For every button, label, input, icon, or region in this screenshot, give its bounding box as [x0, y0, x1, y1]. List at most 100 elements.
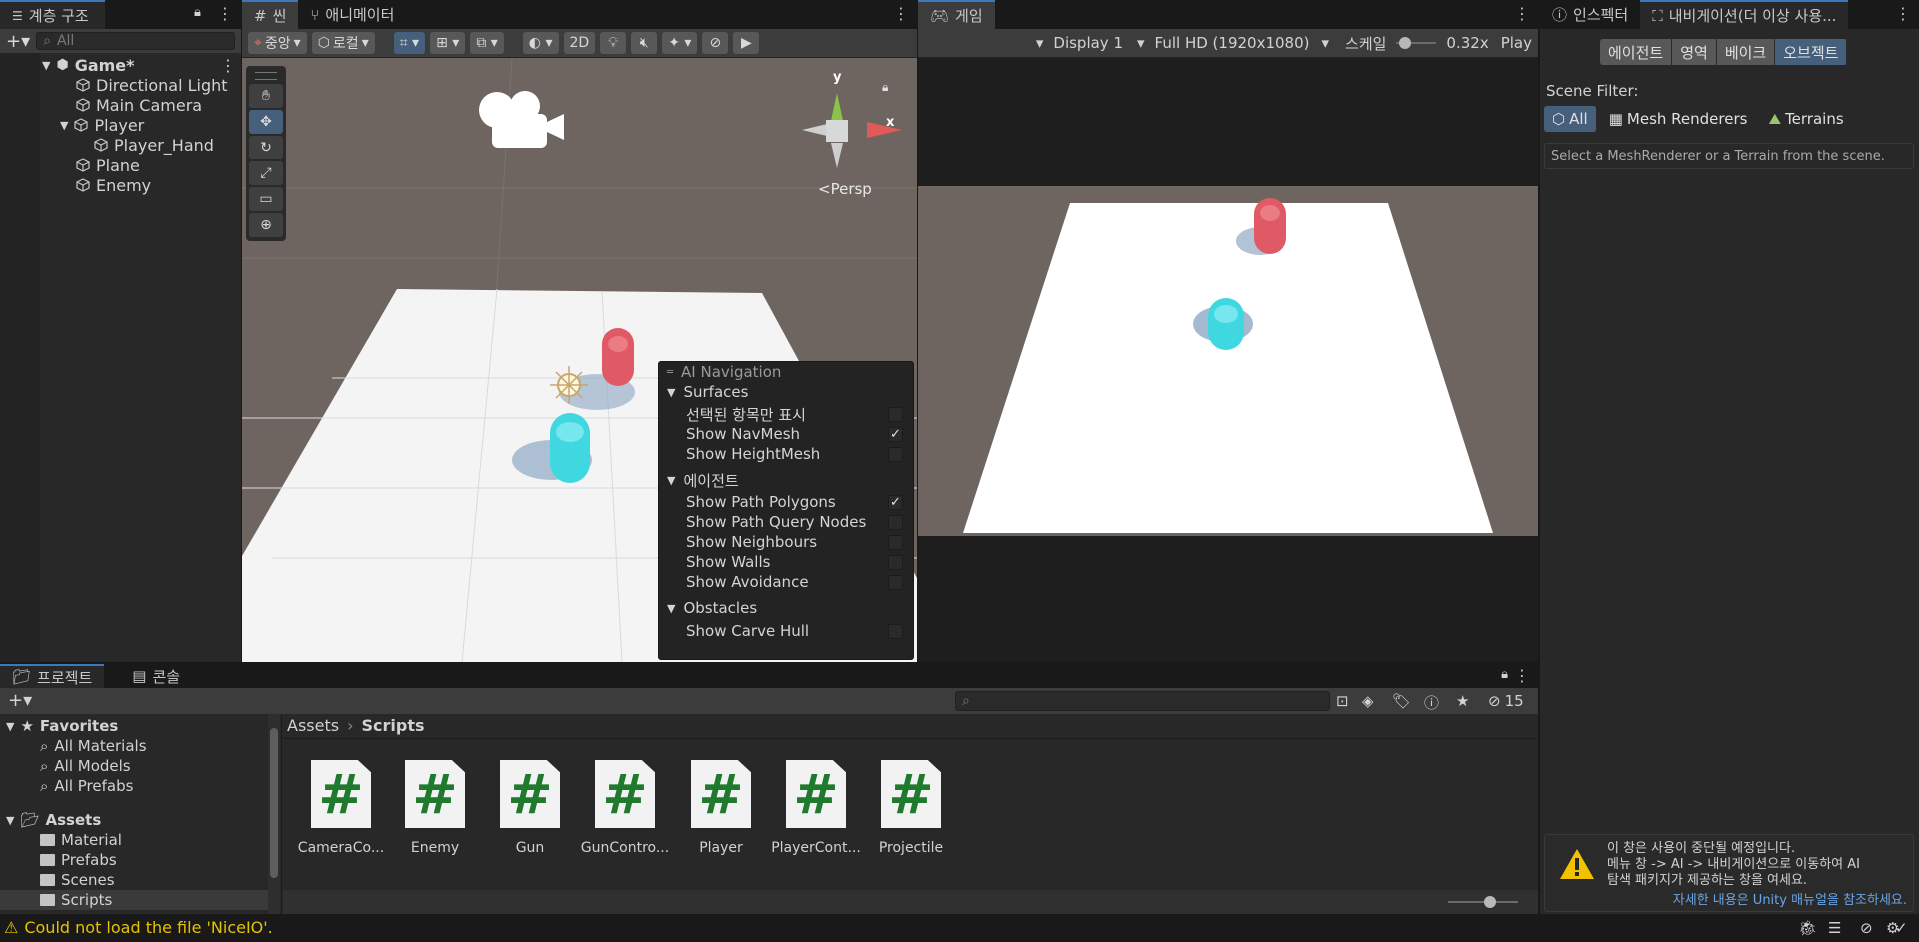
section-agents[interactable]: ▼ 에이전트 — [659, 470, 913, 490]
checkbox[interactable] — [888, 574, 903, 590]
shading-mode-button[interactable]: ◐ ▾ — [522, 32, 559, 54]
section-obstacles[interactable]: ▼ Obstacles — [659, 598, 913, 618]
chevron-down-icon[interactable]: ▾ — [1036, 34, 1044, 52]
camera-settings-button[interactable]: ▶ — [733, 32, 760, 54]
checkbox-checked[interactable]: ✓ — [888, 426, 903, 442]
search-input[interactable]: ⌕ All — [36, 32, 235, 50]
script-asset[interactable]: # CameraCo... — [296, 760, 386, 856]
hand-tool-icon[interactable]: ✋︎ — [249, 83, 283, 108]
grid-visibility-button[interactable]: ⧉ ▾ — [470, 32, 504, 54]
bake-button[interactable]: 베이크 — [1716, 39, 1776, 65]
expand-arrow-icon[interactable]: ▼ — [60, 119, 68, 132]
checkbox[interactable] — [888, 534, 903, 550]
kebab-menu-icon[interactable]: ⋮ — [217, 4, 233, 23]
snap-grid-button[interactable]: ⌗ ▾ — [393, 32, 426, 54]
add-icon[interactable]: +▾ — [6, 31, 30, 52]
object-button[interactable]: 오브젝트 — [1775, 39, 1848, 65]
kebab-menu-icon[interactable]: ⋮ — [1895, 4, 1911, 23]
scale-tool-icon[interactable]: ⤢ — [249, 161, 283, 186]
effects-toggle-button[interactable]: ✦ ▾ — [662, 32, 698, 54]
scene-visibility-button[interactable]: ⊘ — [702, 32, 729, 54]
kebab-menu-icon[interactable]: ⋮ — [893, 4, 909, 23]
kebab-menu-icon[interactable]: ⋮ — [1514, 666, 1530, 685]
overlay-title[interactable]: ═ AI Navigation — [667, 362, 781, 382]
areas-button[interactable]: 영역 — [1672, 39, 1717, 65]
incremental-snap-button[interactable]: ⊞ ▾ — [430, 32, 466, 54]
player-capsule[interactable] — [550, 413, 590, 483]
checkbox[interactable] — [888, 446, 903, 462]
play-mode-dropdown[interactable]: Play — [1498, 34, 1534, 52]
folder-item[interactable]: Material — [40, 830, 122, 850]
checkbox-checked[interactable]: ✓ — [888, 494, 903, 510]
folder-item[interactable]: Scenes — [40, 870, 115, 890]
scale-slider-knob[interactable] — [1399, 37, 1412, 49]
add-icon[interactable]: +▾ — [8, 690, 32, 711]
filter-mesh-renderers-button[interactable]: ▦ Mesh Renderers — [1601, 106, 1757, 132]
kebab-menu-icon[interactable]: ⋮ — [220, 56, 236, 75]
persp-label[interactable]: <Persp — [818, 180, 872, 198]
bug-icon[interactable]: 🐞︎ — [1798, 919, 1817, 937]
checkbox[interactable] — [888, 554, 903, 570]
tab-inspector[interactable]: ⓘ 인스펙터 — [1540, 0, 1640, 29]
script-asset[interactable]: # GunContro... — [580, 760, 670, 856]
rotate-tool-icon[interactable]: ↻ — [249, 135, 283, 160]
audio-toggle-button[interactable]: 🔇︎ — [631, 32, 658, 54]
hidden-packages-toggle[interactable]: ⊘ 15 — [1488, 692, 1524, 710]
breadcrumb-assets[interactable]: Assets — [287, 716, 339, 735]
lock-icon[interactable]: 🔒︎ — [194, 5, 201, 20]
kebab-menu-icon[interactable]: ⋮ — [1514, 4, 1530, 23]
folder-item[interactable]: Prefabs — [40, 850, 117, 870]
check-icon[interactable]: ✓ — [1895, 919, 1908, 937]
tab-navigation[interactable]: ⛶ 내비게이션(더 이상 사용... — [1640, 0, 1849, 29]
palette-grip-icon[interactable] — [255, 72, 277, 80]
display-dropdown[interactable]: Display 1 ▾ — [1053, 34, 1144, 52]
favorite-item[interactable]: ⌕ All Models — [40, 756, 131, 776]
space-dropdown[interactable]: ⬡ 로컬 ▾ — [311, 32, 375, 54]
agents-button[interactable]: 에이전트 — [1600, 39, 1673, 65]
2d-toggle-button[interactable]: 2D — [563, 32, 596, 54]
filter-terrains-button[interactable]: ⛰︎ Terrains — [1760, 106, 1853, 132]
game-view[interactable] — [918, 58, 1538, 662]
hierarchy-item-enemy[interactable]: Enemy — [76, 175, 151, 195]
filter-type-icon[interactable]: ◈ — [1362, 692, 1374, 710]
hierarchy-item-plane[interactable]: Plane — [76, 155, 140, 175]
lighting-toggle-button[interactable]: 💡︎ — [600, 32, 627, 54]
breadcrumb-scripts[interactable]: Scripts — [361, 716, 424, 735]
star-icon[interactable]: ★ — [1456, 692, 1469, 710]
favorite-item[interactable]: ⌕ All Materials — [40, 736, 147, 756]
status-message[interactable]: ⚠ Could not load the file 'NiceIO'. — [4, 918, 273, 937]
search-filter-icon[interactable]: ⊡ — [1336, 692, 1349, 710]
lock-icon[interactable]: 🔒︎ — [1501, 667, 1508, 682]
tab-console[interactable]: ▤ 콘솔 — [120, 664, 192, 688]
move-tool-icon[interactable]: ✥ — [249, 109, 283, 134]
assets-header[interactable]: ▼ 📂︎ Assets — [6, 810, 101, 830]
checkbox[interactable] — [888, 514, 903, 530]
tab-hierarchy[interactable]: ☰ 계층 구조 — [0, 0, 105, 29]
checkbox[interactable] — [888, 623, 903, 639]
script-asset[interactable]: # Player — [676, 760, 766, 856]
tab-scene[interactable]: # 씬 — [242, 0, 299, 29]
rect-tool-icon[interactable]: ▭ — [249, 187, 283, 212]
transform-tool-icon[interactable]: ⊕ — [249, 213, 283, 238]
tab-game[interactable]: 🎮︎ 게임 — [918, 0, 995, 29]
icon-size-slider-knob[interactable] — [1484, 896, 1496, 908]
layers-icon[interactable]: ☰ — [1828, 919, 1841, 937]
pivot-dropdown[interactable]: ⌖ 중앙 ▾ — [248, 32, 307, 54]
section-surfaces[interactable]: ▼ Surfaces — [659, 382, 913, 402]
hierarchy-item-directional-light[interactable]: Directional Light — [76, 75, 228, 95]
network-icon[interactable]: ⊘ — [1860, 919, 1873, 937]
project-search-input[interactable]: ⌕ — [955, 691, 1330, 711]
favorite-item[interactable]: ⌕ All Prefabs — [40, 776, 133, 796]
checkbox[interactable] — [888, 406, 903, 422]
gizmo-lock-icon[interactable]: 🔒︎ — [882, 80, 888, 95]
favorites-header[interactable]: ▼ ★ Favorites — [6, 716, 118, 736]
enemy-capsule[interactable] — [602, 328, 634, 386]
script-asset[interactable]: # PlayerCont... — [771, 760, 861, 856]
scene-root[interactable]: ▼ ⬢ Game* ⋮ — [42, 55, 236, 75]
tab-animator[interactable]: ⑂ 애니메이터 — [298, 0, 406, 29]
resolution-dropdown[interactable]: Full HD (1920x1080) ▾ — [1155, 34, 1329, 52]
script-asset[interactable]: # Projectile — [866, 760, 956, 856]
hierarchy-item-player-hand[interactable]: Player_Hand — [94, 135, 214, 155]
script-asset[interactable]: # Gun — [485, 760, 575, 856]
manual-link[interactable]: 자세한 내용은 Unity 매뉴얼을 참조하세요. — [1673, 889, 1907, 908]
